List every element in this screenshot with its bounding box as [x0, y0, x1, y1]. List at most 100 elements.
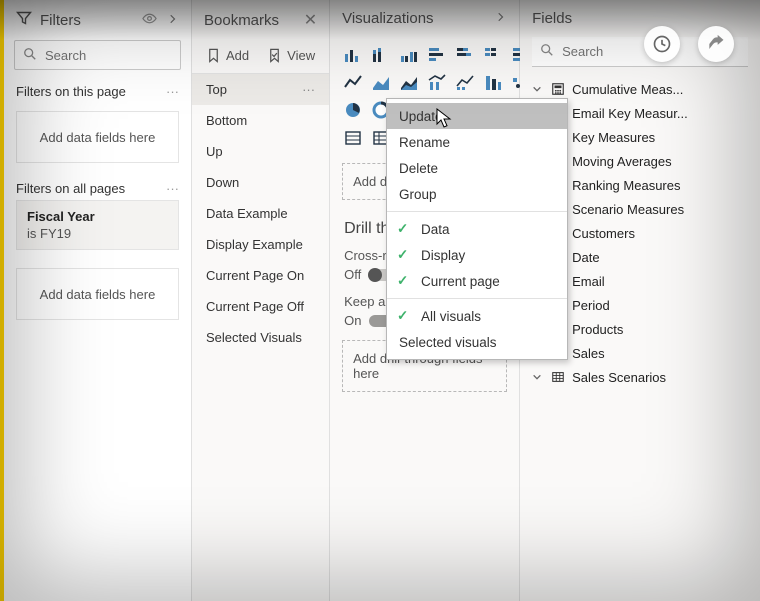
check-icon: ✓	[397, 308, 408, 324]
fields-title: Fields	[532, 10, 748, 27]
bookmark-item-label: Data Example	[206, 206, 288, 221]
context-menu-item[interactable]: ✓ All visuals	[387, 303, 567, 329]
bookmark-item-label: Up	[206, 144, 223, 159]
bookmark-item[interactable]: Down	[192, 167, 329, 198]
funnel-icon	[16, 10, 32, 30]
filters-title: Filters	[40, 12, 142, 29]
bookmark-item-label: Current Page On	[206, 268, 304, 283]
chevron-down-icon	[532, 370, 544, 385]
close-icon[interactable]: ✕	[304, 10, 317, 30]
bookmark-item[interactable]: Display Example	[192, 229, 329, 260]
context-menu-item[interactable]: ✓ Data	[387, 216, 567, 242]
viz-type-icon[interactable]	[342, 71, 364, 93]
check-icon: ✓	[397, 221, 408, 237]
filters-all-pages-label: Filters on all pages	[16, 181, 166, 196]
cursor-icon	[436, 108, 452, 132]
viz-type-icon[interactable]	[454, 71, 476, 93]
field-label: Sales Scenarios	[572, 370, 748, 385]
visualizations-title: Visualizations	[342, 10, 495, 27]
viz-type-icon[interactable]	[342, 127, 364, 149]
filter-card-fiscal-year[interactable]: Fiscal Year is FY19	[16, 200, 179, 250]
bookmark-item-label: Current Page Off	[206, 299, 304, 314]
context-menu-label: Current page	[421, 274, 500, 289]
bookmark-item[interactable]: Top ···	[192, 74, 329, 105]
bookmark-item-label: Top	[206, 82, 227, 97]
eye-icon[interactable]	[142, 11, 157, 30]
context-menu-item[interactable]: ✓ Current page	[387, 268, 567, 294]
viz-type-icon[interactable]	[482, 71, 504, 93]
filters-this-page-dropzone[interactable]: Add data fields here	[16, 111, 179, 163]
field-label: Scenario Measures	[572, 202, 748, 217]
viz-type-icon[interactable]	[398, 43, 420, 65]
context-menu-label: Data	[421, 222, 450, 237]
viz-type-icon[interactable]	[342, 99, 364, 121]
bookmark-view-button[interactable]: View	[267, 48, 315, 63]
more-icon[interactable]: ···	[166, 84, 179, 99]
bookmark-item[interactable]: Bottom	[192, 105, 329, 136]
context-menu-item[interactable]: Delete	[387, 155, 567, 181]
field-label: Date	[572, 250, 748, 265]
bookmark-item-label: Selected Visuals	[206, 330, 302, 345]
field-label: Cumulative Meas...	[572, 82, 748, 97]
context-menu-label: Delete	[399, 161, 438, 176]
keep-filters-value: On	[344, 313, 361, 328]
field-label: Products	[572, 322, 748, 337]
viz-type-icon[interactable]	[454, 43, 476, 65]
check-icon: ✓	[397, 247, 408, 263]
bookmark-item-label: Bottom	[206, 113, 247, 128]
filters-search[interactable]	[14, 40, 181, 70]
field-label: Period	[572, 298, 748, 313]
filters-all-pages-dropzone[interactable]: Add data fields here	[16, 268, 179, 320]
bookmark-add-button[interactable]: Add	[206, 48, 249, 63]
watch-later-button[interactable]	[644, 26, 680, 62]
context-menu-label: Group	[399, 187, 437, 202]
field-label: Email Key Measur...	[572, 106, 748, 121]
field-label: Email	[572, 274, 748, 289]
more-icon[interactable]: ···	[302, 82, 315, 97]
field-label: Moving Averages	[572, 154, 748, 169]
filter-card-name: Fiscal Year	[27, 209, 168, 224]
search-icon	[540, 43, 554, 60]
filter-card-value: is FY19	[27, 226, 168, 241]
viz-type-icon[interactable]	[398, 71, 420, 93]
context-menu-label: All visuals	[421, 309, 481, 324]
context-menu-label: Selected visuals	[399, 335, 497, 350]
context-menu-item[interactable]: Rename	[387, 129, 567, 155]
context-menu-item[interactable]: ✓ Display	[387, 242, 567, 268]
context-menu-item[interactable]: Selected visuals	[387, 329, 567, 355]
field-label: Customers	[572, 226, 748, 241]
bookmarks-pane: Bookmarks ✕ Add View Top ··· Bottom Up Down D…	[192, 0, 330, 601]
bookmark-item[interactable]: Up	[192, 136, 329, 167]
viz-type-icon[interactable]	[370, 71, 392, 93]
bookmark-context-menu: Update Rename Delete Group ✓ Data ✓ Display ✓ Cur…	[386, 98, 568, 360]
viz-type-icon[interactable]	[370, 43, 392, 65]
context-menu-item[interactable]: Update	[387, 103, 567, 129]
bookmark-item[interactable]: Current Page On	[192, 260, 329, 291]
calculator-icon	[550, 81, 566, 97]
context-menu-item[interactable]: Group	[387, 181, 567, 207]
bookmark-item-label: Down	[206, 175, 239, 190]
field-label: Ranking Measures	[572, 178, 748, 193]
viz-type-icon[interactable]	[426, 43, 448, 65]
bookmark-item[interactable]: Data Example	[192, 198, 329, 229]
search-icon	[23, 47, 37, 64]
bookmark-item[interactable]: Selected Visuals	[192, 322, 329, 353]
expand-chevron-icon[interactable]	[495, 10, 507, 27]
share-button[interactable]	[698, 26, 734, 62]
viz-type-icon[interactable]	[342, 43, 364, 65]
filters-this-page-label: Filters on this page	[16, 84, 166, 99]
bookmark-item[interactable]: Current Page Off	[192, 291, 329, 322]
viz-type-icon[interactable]	[482, 43, 504, 65]
table-icon	[550, 369, 566, 385]
viz-type-icon[interactable]	[426, 71, 448, 93]
field-table-row[interactable]: Sales Scenarios	[526, 365, 754, 389]
bookmark-item-label: Display Example	[206, 237, 303, 252]
context-menu-label: Display	[421, 248, 465, 263]
cross-report-value: Off	[344, 267, 361, 282]
more-icon[interactable]: ···	[166, 181, 179, 196]
expand-chevron-icon[interactable]	[167, 12, 179, 29]
field-label: Sales	[572, 346, 748, 361]
context-menu-label: Rename	[399, 135, 450, 150]
bookmarks-title: Bookmarks	[204, 12, 304, 29]
check-icon: ✓	[397, 273, 408, 289]
